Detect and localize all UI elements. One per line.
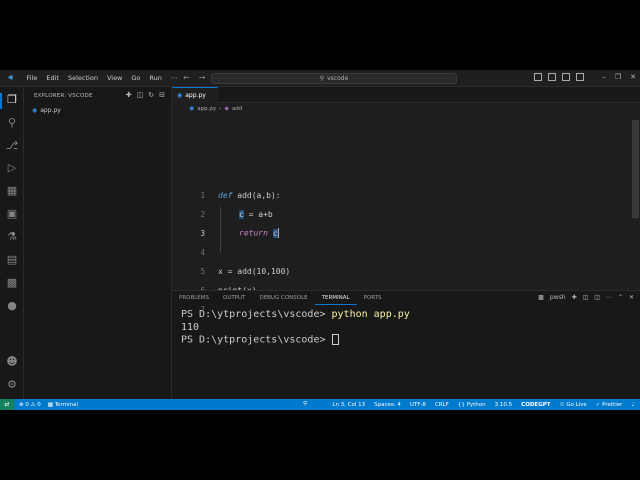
forward-arrow-icon[interactable]: → xyxy=(199,73,206,82)
more-actions-icon[interactable]: ⋯ xyxy=(606,294,612,301)
split-terminal-icon[interactable]: ◫ xyxy=(583,294,589,301)
cursor-position[interactable]: Ln 3, Col 13 xyxy=(332,402,365,408)
check-icon: ✓ xyxy=(595,401,601,408)
terminal-line: PS D:\ytprojects\vscode> xyxy=(181,334,410,347)
menu-run[interactable]: Run xyxy=(145,74,166,82)
refresh-icon[interactable]: ↻ xyxy=(148,91,154,99)
restore-icon[interactable]: ❐ xyxy=(615,73,621,81)
database-icon[interactable]: ▩ xyxy=(5,276,19,290)
python-file-icon: ◉ xyxy=(32,107,38,114)
terminal-icon: ▩ xyxy=(538,294,544,301)
menu-selection[interactable]: Selection xyxy=(63,74,102,82)
command-center[interactable]: ⚲ vscode xyxy=(211,73,457,84)
python-file-icon: ◉ xyxy=(189,105,195,112)
indentation[interactable]: Spaces: 4 xyxy=(374,402,401,408)
close-icon[interactable]: ✕ xyxy=(630,73,636,81)
remote-explorer-icon[interactable]: ▣ xyxy=(5,207,19,221)
vscode-logo-icon: ◂ xyxy=(7,72,13,83)
toggle-panel-icon[interactable] xyxy=(548,73,556,81)
testing-icon[interactable]: ⚗ xyxy=(5,230,19,244)
nav-arrows: ← → xyxy=(183,73,205,82)
code-lines-tail: 7 xyxy=(172,115,640,314)
source-control-icon[interactable]: ⎇ xyxy=(5,139,19,153)
status-bar: ⇄ ⊗ 0 ⚠ 0 ▩ Terminal ⚲ Ln 3, Col 13 Spac… xyxy=(0,399,640,410)
zoom-icon[interactable]: ⚲ xyxy=(303,399,307,410)
prettier-status[interactable]: ✓ Prettier xyxy=(596,402,623,408)
ai-assistant-icon[interactable]: ● xyxy=(5,299,19,313)
panel-toolbar: ▩ pwsh ✚ ◫ ◫ ⋯ ⌃ ✕ xyxy=(538,294,634,301)
menu-bar: File Edit Selection View Go Run ⋯ xyxy=(22,74,182,82)
tab-app-py[interactable]: ◉ app.py xyxy=(172,87,218,103)
warning-count: 0 xyxy=(37,401,41,408)
menu-view[interactable]: View xyxy=(102,74,126,82)
close-panel-icon[interactable]: ✕ xyxy=(629,294,634,301)
menu-more[interactable]: ⋯ xyxy=(166,74,182,82)
activity-bar: ❐ ⚲ ⎇ ▷ ▦ ▣ ⚗ ▤ ▩ ● ☻ ⚙ xyxy=(0,87,24,399)
menu-edit[interactable]: Edit xyxy=(42,74,64,82)
braces-icon: {} xyxy=(457,401,465,408)
breadcrumb: ◉ app.py › ◈ add xyxy=(172,104,242,113)
collapse-all-icon[interactable]: ⊟ xyxy=(159,91,165,99)
docker-icon[interactable]: ▤ xyxy=(5,253,19,267)
encoding[interactable]: UTF-8 xyxy=(410,402,426,408)
language-mode[interactable]: {} Python xyxy=(458,402,486,408)
broadcast-icon: ☉ xyxy=(559,401,565,408)
command-center-label: vscode xyxy=(327,75,349,82)
back-arrow-icon[interactable]: ← xyxy=(183,73,190,82)
python-file-icon: ◉ xyxy=(177,92,183,99)
new-folder-icon[interactable]: ◫ xyxy=(137,91,144,99)
terminal-cursor xyxy=(331,334,339,345)
terminal-icon: ▩ xyxy=(47,401,53,408)
function-symbol-icon: ◈ xyxy=(224,105,229,112)
minimize-icon[interactable]: – xyxy=(602,73,606,81)
explorer-sidebar: EXPLORER: VSCODE ✚ ◫ ↻ ⊟ ◉ app.py xyxy=(24,87,172,399)
customize-layout-icon[interactable] xyxy=(576,73,584,81)
account-icon[interactable]: ☻ xyxy=(5,355,19,369)
code-line: 7 xyxy=(172,302,632,316)
title-bar: ◂ File Edit Selection View Go Run ⋯ ← → … xyxy=(0,70,640,87)
shell-name[interactable]: pwsh xyxy=(550,294,566,301)
error-count: 0 xyxy=(25,401,29,408)
maximize-panel-icon[interactable]: ⌃ xyxy=(618,294,623,301)
explorer-toolbar: ✚ ◫ ↻ ⊟ xyxy=(126,91,165,99)
notifications-bell-icon[interactable]: ♩ xyxy=(631,402,634,408)
codegpt-status[interactable]: CODEGPT xyxy=(521,402,550,408)
file-item-app-py[interactable]: ◉ app.py xyxy=(24,105,171,116)
search-icon: ⚲ xyxy=(319,75,325,82)
python-version[interactable]: 3.10.5 xyxy=(495,402,513,408)
toggle-secondary-sidebar-icon[interactable] xyxy=(562,73,570,81)
new-terminal-icon[interactable]: ✚ xyxy=(572,294,577,301)
terminal-prompt: PS D:\ytprojects\vscode> xyxy=(181,334,332,346)
run-debug-icon[interactable]: ▷ xyxy=(5,161,19,175)
end-of-line[interactable]: CRLF xyxy=(435,402,449,408)
editor-tabs: ◉ app.py xyxy=(172,87,640,103)
breadcrumb-file[interactable]: app.py xyxy=(197,106,216,112)
tab-label: app.py xyxy=(185,92,206,99)
explorer-icon[interactable]: ❐ xyxy=(5,93,19,107)
chevron-right-icon: › xyxy=(219,105,222,112)
trash-icon[interactable]: ◫ xyxy=(594,294,600,301)
warning-icon: ⚠ xyxy=(30,401,36,408)
go-live-button[interactable]: ☉ Go Live xyxy=(560,402,587,408)
search-icon[interactable]: ⚲ xyxy=(5,116,19,130)
terminal-status[interactable]: ▩ Terminal xyxy=(48,402,78,408)
terminal-result: 110 xyxy=(181,321,200,333)
problems-status[interactable]: ⊗ 0 ⚠ 0 xyxy=(19,402,41,408)
error-icon: ⊗ xyxy=(19,401,24,408)
toggle-sidebar-icon[interactable] xyxy=(534,73,542,81)
extensions-icon[interactable]: ▦ xyxy=(5,184,19,198)
breadcrumb-symbol[interactable]: add xyxy=(232,106,242,112)
settings-gear-icon[interactable]: ⚙ xyxy=(5,378,19,392)
remote-indicator-icon[interactable]: ⇄ xyxy=(0,399,14,410)
menu-go[interactable]: Go xyxy=(127,74,145,82)
line-number: 7 xyxy=(200,304,205,314)
active-indicator xyxy=(0,93,2,109)
window-controls: – ❐ ✕ xyxy=(602,73,636,81)
terminal-status-label: Terminal xyxy=(54,401,78,408)
menu-file[interactable]: File xyxy=(22,74,42,82)
file-name: app.py xyxy=(40,107,61,114)
layout-controls xyxy=(534,73,584,81)
new-file-icon[interactable]: ✚ xyxy=(126,91,132,99)
